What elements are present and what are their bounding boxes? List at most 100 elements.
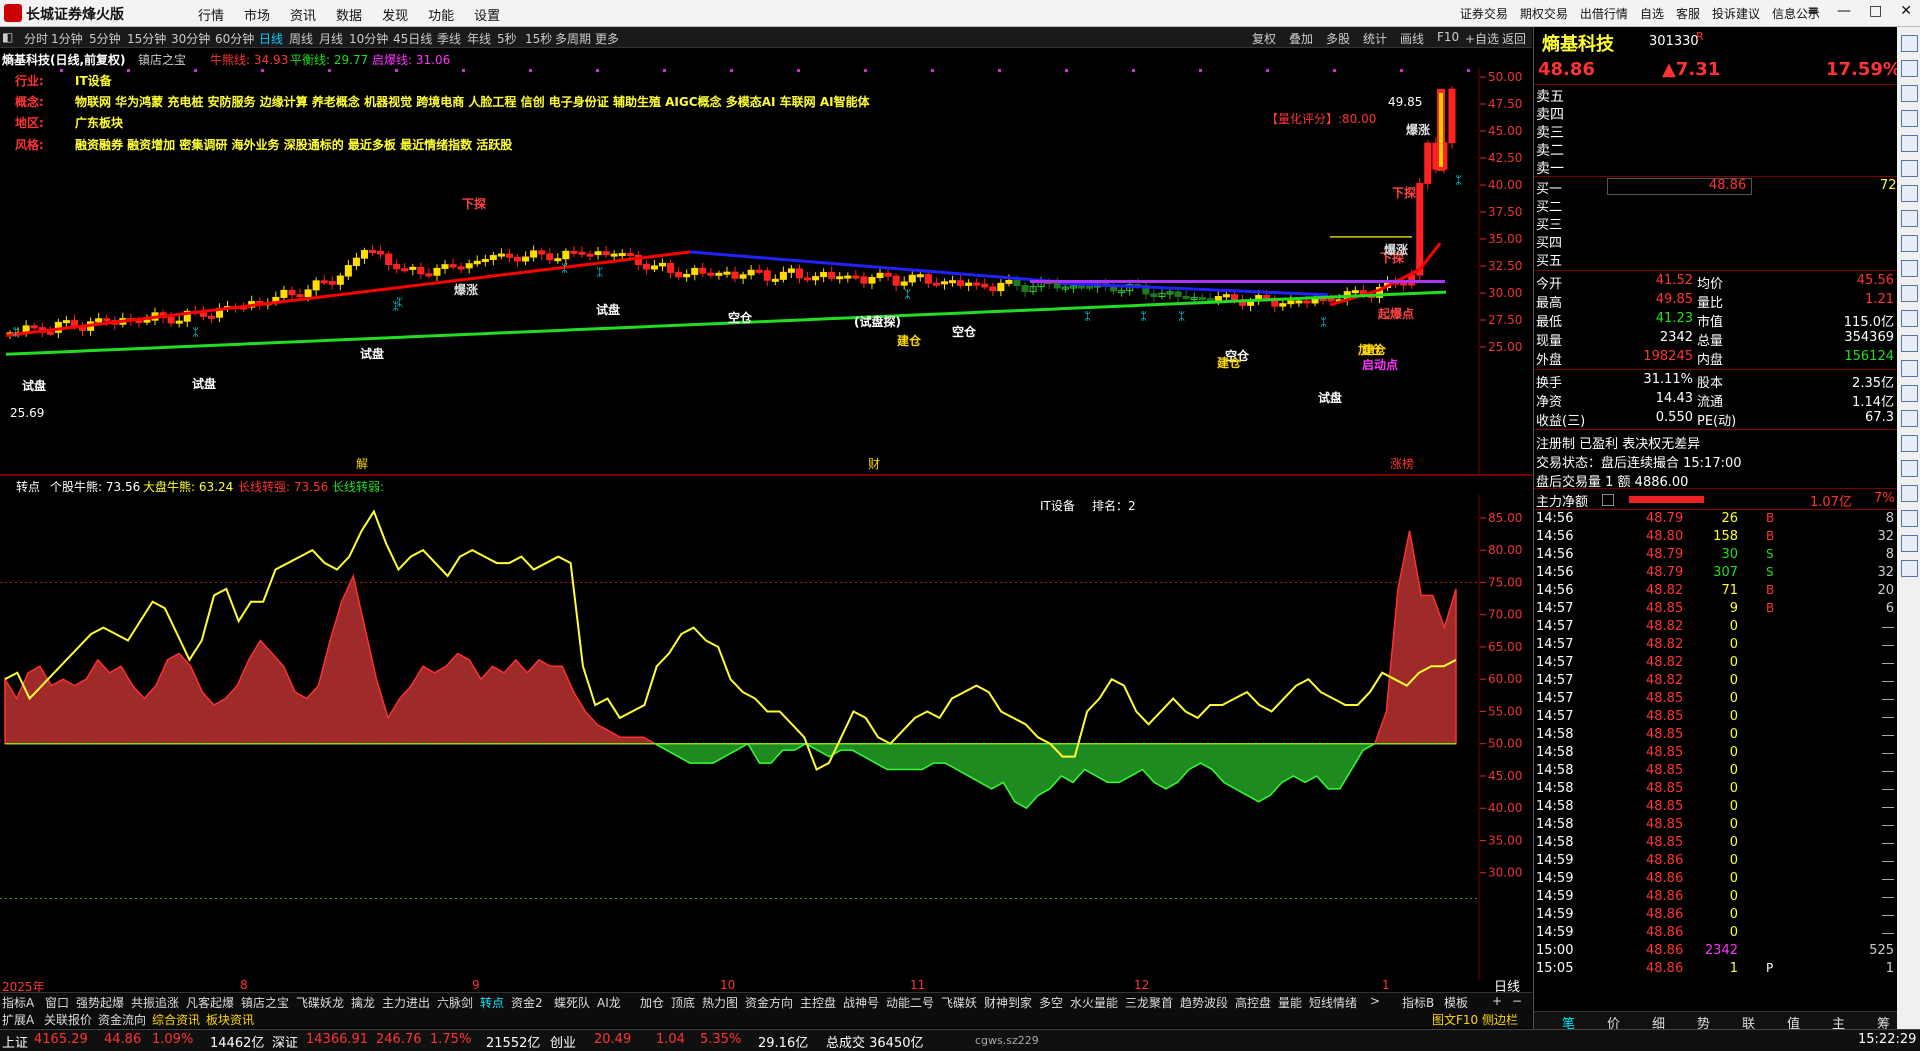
menu-item[interactable]: 发现: [382, 5, 408, 24]
period-12[interactable]: 年线: [467, 30, 491, 47]
indicator-tab[interactable]: 主力进出: [382, 994, 430, 1011]
period-16[interactable]: 更多: [595, 30, 619, 47]
minimize-icon[interactable]: —: [1837, 3, 1851, 19]
side-tool-icon[interactable]: [1901, 185, 1918, 202]
side-tool-icon[interactable]: [1901, 110, 1918, 127]
period-2[interactable]: 5分钟: [89, 30, 121, 47]
period-0[interactable]: 分时: [24, 30, 48, 47]
right-menu-item[interactable]: 证券交易: [1460, 5, 1508, 22]
extension-tab[interactable]: 资金流向: [98, 1011, 146, 1028]
side-tool-icon[interactable]: [1901, 285, 1918, 302]
side-tool-icon[interactable]: [1901, 235, 1918, 252]
side-tool-icon[interactable]: [1901, 510, 1918, 527]
indicator-tab[interactable]: 主控盘: [800, 994, 836, 1011]
add-tab-icon[interactable]: +: [1492, 994, 1502, 1008]
right-menu-item[interactable]: 期权交易: [1520, 5, 1568, 22]
side-tool-icon[interactable]: [1901, 260, 1918, 277]
indicator-tab[interactable]: 窗口: [45, 994, 69, 1011]
indicator-tab[interactable]: 强势起爆: [76, 994, 124, 1011]
close-icon[interactable]: ✕: [1900, 3, 1912, 19]
f10-sidebar-tab[interactable]: 图文F10 侧边栏: [1432, 1011, 1518, 1028]
indicator-tab[interactable]: 高控盘: [1235, 994, 1271, 1011]
period-5[interactable]: 60分钟: [215, 30, 254, 47]
indicator-tab[interactable]: 多空: [1039, 994, 1063, 1011]
maximize-icon[interactable]: □: [1869, 3, 1882, 19]
extension-tab[interactable]: 综合资讯: [152, 1011, 200, 1028]
menu-item[interactable]: 数据: [336, 5, 362, 24]
chart-tool-6[interactable]: +自选: [1465, 30, 1499, 47]
extension-tab[interactable]: 板块资讯: [206, 1011, 254, 1028]
menu-item[interactable]: 行情: [198, 5, 224, 24]
side-tool-icon[interactable]: [1901, 435, 1918, 452]
main-net-toggle-icon[interactable]: [1602, 494, 1614, 506]
indicator-tab[interactable]: AI龙: [597, 994, 621, 1011]
period-13[interactable]: 5秒: [497, 30, 517, 47]
tabs-right-item[interactable]: 指标B: [1402, 994, 1434, 1011]
indicator-tab[interactable]: 凡客起爆: [186, 994, 234, 1011]
period-6[interactable]: 日线: [259, 30, 283, 47]
extension-tab[interactable]: 扩展A: [2, 1011, 34, 1028]
indicator-tab[interactable]: 财神到家: [984, 994, 1032, 1011]
indicator-tab[interactable]: 趋势波段: [1180, 994, 1228, 1011]
side-tool-icon[interactable]: [1901, 410, 1918, 427]
indicator-tab[interactable]: 转点: [480, 994, 504, 1011]
right-menu-item[interactable]: 出借行情: [1580, 5, 1628, 22]
indicator-tab[interactable]: 动能二号: [886, 994, 934, 1011]
period-4[interactable]: 30分钟: [171, 30, 210, 47]
chart-tool-3[interactable]: 统计: [1363, 30, 1387, 47]
side-tool-icon[interactable]: [1901, 60, 1918, 77]
side-tool-icon[interactable]: [1901, 460, 1918, 477]
side-tool-icon[interactable]: [1901, 335, 1918, 352]
menu-icon[interactable]: ≡: [1807, 3, 1819, 19]
indicator-tab[interactable]: 战神号: [843, 994, 879, 1011]
tabs-right-item[interactable]: 模板: [1444, 994, 1468, 1011]
indicator-tab[interactable]: 指标A: [2, 994, 34, 1011]
chart-tool-0[interactable]: 复权: [1252, 30, 1276, 47]
period-14[interactable]: 15秒: [525, 30, 552, 47]
indicator-tab[interactable]: 六脉剑: [437, 994, 473, 1011]
period-3[interactable]: 15分钟: [127, 30, 166, 47]
menu-item[interactable]: 功能: [428, 5, 454, 24]
period-9[interactable]: 10分钟: [349, 30, 388, 47]
period-15[interactable]: 多周期: [555, 30, 591, 47]
indicator-tab[interactable]: 擒龙: [351, 994, 375, 1011]
chart-tool-4[interactable]: 画线: [1400, 30, 1424, 47]
candlestick-chart[interactable]: 50.00 47.50 45.00 42.50 40.00 37.50 35.00 32.50…: [0, 68, 1532, 474]
indicator-tab[interactable]: 加仓: [640, 994, 664, 1011]
tabs-scroll-icon[interactable]: >: [1370, 994, 1380, 1008]
chart-tool-2[interactable]: 多股: [1326, 30, 1350, 47]
side-tool-icon[interactable]: [1901, 485, 1918, 502]
indicator-tab[interactable]: 顶底: [671, 994, 695, 1011]
indicator-name[interactable]: 镇店之宝: [138, 51, 186, 68]
period-11[interactable]: 季线: [437, 30, 461, 47]
period-1[interactable]: 1分钟: [51, 30, 83, 47]
side-tool-icon[interactable]: [1901, 35, 1918, 52]
indicator-tab[interactable]: 三龙聚首: [1125, 994, 1173, 1011]
right-menu-item[interactable]: 投诉建议: [1712, 5, 1760, 22]
chart-tool-5[interactable]: F10: [1437, 30, 1459, 44]
period-10[interactable]: 45日线: [393, 30, 432, 47]
menu-item[interactable]: 市场: [244, 5, 270, 24]
chart-tool-7[interactable]: 返回: [1502, 30, 1526, 47]
indicator-tab[interactable]: 热力图: [702, 994, 738, 1011]
extension-tab[interactable]: 关联报价: [44, 1011, 92, 1028]
indicator-tab[interactable]: 资金2: [511, 994, 543, 1011]
side-tool-icon[interactable]: [1901, 210, 1918, 227]
panel-toggle-icon[interactable]: ◧: [2, 30, 13, 44]
indicator-tab[interactable]: 资金方向: [745, 994, 793, 1011]
right-menu-item[interactable]: 自选: [1640, 5, 1664, 22]
chart-tool-1[interactable]: 叠加: [1289, 30, 1313, 47]
indicator-tab[interactable]: 飞碟妖: [941, 994, 977, 1011]
indicator-tab[interactable]: 水火量能: [1070, 994, 1118, 1011]
remove-tab-icon[interactable]: −: [1512, 994, 1522, 1008]
indicator-tab[interactable]: 量能: [1278, 994, 1302, 1011]
side-tool-icon[interactable]: [1901, 560, 1918, 577]
side-tool-icon[interactable]: [1901, 85, 1918, 102]
menu-item[interactable]: 资讯: [290, 5, 316, 24]
period-8[interactable]: 月线: [319, 30, 343, 47]
right-menu-item[interactable]: 客服: [1676, 5, 1700, 22]
side-tool-icon[interactable]: [1901, 310, 1918, 327]
indicator-tab[interactable]: 短线情绪: [1309, 994, 1357, 1011]
side-tool-icon[interactable]: [1901, 135, 1918, 152]
indicator-tab[interactable]: 共振追涨: [131, 994, 179, 1011]
